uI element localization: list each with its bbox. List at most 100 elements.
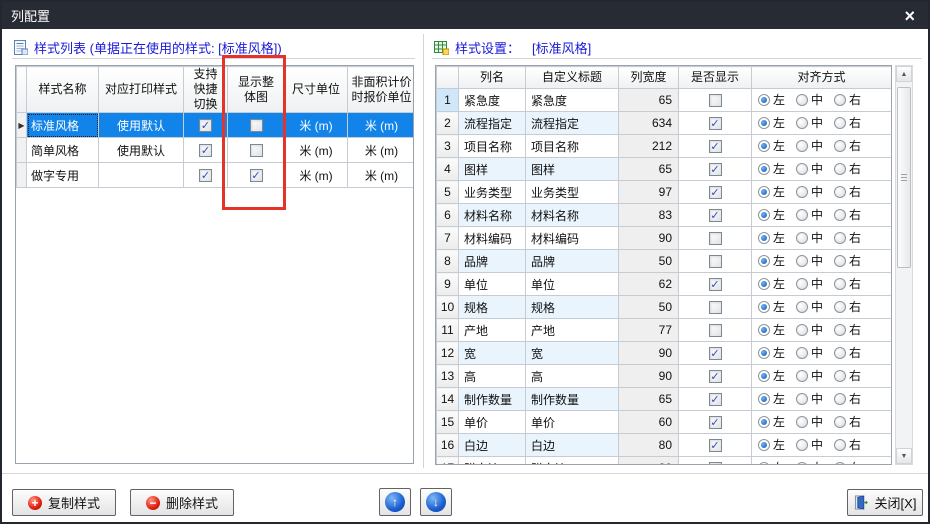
checkbox-unchecked-icon[interactable] bbox=[249, 144, 263, 158]
radio-icon[interactable] bbox=[796, 162, 809, 175]
radio-icon[interactable] bbox=[834, 162, 847, 175]
custom-title-cell[interactable]: 流程指定 bbox=[525, 111, 619, 135]
radio-icon[interactable] bbox=[834, 116, 847, 129]
align-option-right[interactable]: 右 bbox=[834, 229, 861, 246]
align-option-center[interactable]: 中 bbox=[796, 114, 823, 131]
visible-cell[interactable] bbox=[678, 318, 752, 342]
align-option-left[interactable]: 左 bbox=[758, 344, 785, 361]
radio-selected-icon[interactable] bbox=[758, 346, 770, 359]
checkbox-checked-icon[interactable] bbox=[708, 209, 722, 223]
align-option-center[interactable]: 中 bbox=[796, 436, 823, 453]
visible-cell[interactable] bbox=[678, 433, 752, 457]
column-name-cell[interactable]: 业务类型 bbox=[458, 180, 526, 204]
align-option-left[interactable]: 左 bbox=[758, 436, 785, 453]
radio-selected-icon[interactable] bbox=[758, 415, 770, 428]
scrollbar-up-icon[interactable]: ▲ bbox=[896, 66, 912, 82]
scrollbar-down-icon[interactable]: ▼ bbox=[896, 448, 912, 464]
align-option-left[interactable]: 左 bbox=[758, 183, 785, 200]
align-option-left[interactable]: 左 bbox=[758, 390, 785, 407]
checkbox-checked-icon[interactable] bbox=[708, 117, 722, 131]
quick-switch-cell[interactable] bbox=[183, 162, 228, 188]
column-width-cell[interactable]: 90 bbox=[618, 341, 679, 365]
column-width-cell[interactable]: 97 bbox=[618, 180, 679, 204]
move-down-button[interactable]: ↓ bbox=[420, 488, 452, 516]
column-width-cell[interactable]: 50 bbox=[618, 249, 679, 273]
column-name-cell[interactable]: 单价 bbox=[458, 410, 526, 434]
checkbox-unchecked-icon[interactable] bbox=[708, 462, 722, 464]
radio-selected-icon[interactable] bbox=[758, 392, 770, 405]
column-name-cell[interactable]: 项目名称 bbox=[458, 134, 526, 158]
checkbox-checked-icon[interactable] bbox=[199, 169, 212, 183]
radio-icon[interactable] bbox=[796, 346, 809, 359]
quick-switch-cell[interactable] bbox=[183, 112, 228, 138]
align-option-left[interactable]: 左 bbox=[758, 206, 785, 223]
radio-selected-icon[interactable] bbox=[758, 300, 770, 313]
column-name-cell[interactable]: 赠白边 bbox=[458, 456, 526, 464]
column-width-cell[interactable]: 80 bbox=[618, 433, 679, 457]
checkbox-unchecked-icon[interactable] bbox=[708, 255, 722, 269]
align-option-left[interactable]: 左 bbox=[758, 459, 785, 464]
visible-cell[interactable] bbox=[678, 272, 752, 296]
custom-title-cell[interactable]: 单价 bbox=[525, 410, 619, 434]
column-name-cell[interactable]: 宽 bbox=[458, 341, 526, 365]
align-option-center[interactable]: 中 bbox=[796, 367, 823, 384]
custom-title-cell[interactable]: 赠白边 bbox=[525, 456, 619, 464]
radio-icon[interactable] bbox=[796, 277, 809, 290]
quote-unit-cell[interactable]: 米 (m) bbox=[347, 137, 413, 163]
column-width-cell[interactable]: 65 bbox=[618, 157, 679, 181]
align-option-left[interactable]: 左 bbox=[758, 298, 785, 315]
radio-icon[interactable] bbox=[834, 346, 847, 359]
visible-cell[interactable] bbox=[678, 249, 752, 273]
checkbox-checked-icon[interactable] bbox=[708, 163, 722, 177]
radio-selected-icon[interactable] bbox=[758, 208, 770, 221]
align-option-center[interactable]: 中 bbox=[796, 413, 823, 430]
align-option-right[interactable]: 右 bbox=[834, 436, 861, 453]
radio-icon[interactable] bbox=[796, 116, 809, 129]
visible-cell[interactable] bbox=[678, 410, 752, 434]
radio-icon[interactable] bbox=[796, 208, 809, 221]
custom-title-cell[interactable]: 材料编码 bbox=[525, 226, 619, 250]
align-option-center[interactable]: 中 bbox=[796, 183, 823, 200]
radio-selected-icon[interactable] bbox=[758, 369, 770, 382]
radio-selected-icon[interactable] bbox=[758, 162, 770, 175]
checkbox-checked-icon[interactable] bbox=[708, 416, 722, 430]
radio-selected-icon[interactable] bbox=[758, 231, 770, 244]
visible-cell[interactable] bbox=[678, 203, 752, 227]
radio-icon[interactable] bbox=[834, 139, 847, 152]
visible-cell[interactable] bbox=[678, 226, 752, 250]
radio-icon[interactable] bbox=[796, 185, 809, 198]
align-option-right[interactable]: 右 bbox=[834, 91, 861, 108]
copy-style-button[interactable]: + 复制样式 bbox=[12, 489, 116, 516]
checkbox-checked-icon[interactable] bbox=[708, 278, 722, 292]
column-name-cell[interactable]: 品牌 bbox=[458, 249, 526, 273]
align-option-right[interactable]: 右 bbox=[834, 321, 861, 338]
visible-cell[interactable] bbox=[678, 88, 752, 112]
quote-unit-cell[interactable]: 米 (m) bbox=[347, 112, 413, 138]
move-up-button[interactable]: ↑ bbox=[379, 488, 411, 516]
align-option-center[interactable]: 中 bbox=[796, 390, 823, 407]
checkbox-checked-icon[interactable] bbox=[708, 370, 722, 384]
visible-cell[interactable] bbox=[678, 341, 752, 365]
size-unit-cell[interactable]: 米 (m) bbox=[284, 162, 348, 188]
align-option-center[interactable]: 中 bbox=[796, 321, 823, 338]
align-option-center[interactable]: 中 bbox=[796, 459, 823, 464]
align-option-center[interactable]: 中 bbox=[796, 275, 823, 292]
align-option-center[interactable]: 中 bbox=[796, 160, 823, 177]
radio-icon[interactable] bbox=[834, 254, 847, 267]
align-option-center[interactable]: 中 bbox=[796, 229, 823, 246]
print-style-cell[interactable]: 使用默认 bbox=[98, 112, 184, 138]
checkbox-checked-icon[interactable] bbox=[708, 186, 722, 200]
radio-selected-icon[interactable] bbox=[758, 323, 770, 336]
column-width-cell[interactable]: 90 bbox=[618, 226, 679, 250]
visible-cell[interactable] bbox=[678, 134, 752, 158]
custom-title-cell[interactable]: 图样 bbox=[525, 157, 619, 181]
show-overall-cell[interactable] bbox=[227, 137, 285, 163]
checkbox-checked-icon[interactable] bbox=[708, 347, 722, 361]
radio-icon[interactable] bbox=[796, 93, 809, 106]
align-option-center[interactable]: 中 bbox=[796, 137, 823, 154]
checkbox-unchecked-icon[interactable] bbox=[708, 324, 722, 338]
style-row[interactable]: 做字专用 米 (m)米 (m) bbox=[16, 162, 413, 188]
window-close-icon[interactable]: × bbox=[900, 7, 919, 25]
close-button[interactable]: 关闭[X] bbox=[847, 489, 923, 516]
align-option-right[interactable]: 右 bbox=[834, 252, 861, 269]
